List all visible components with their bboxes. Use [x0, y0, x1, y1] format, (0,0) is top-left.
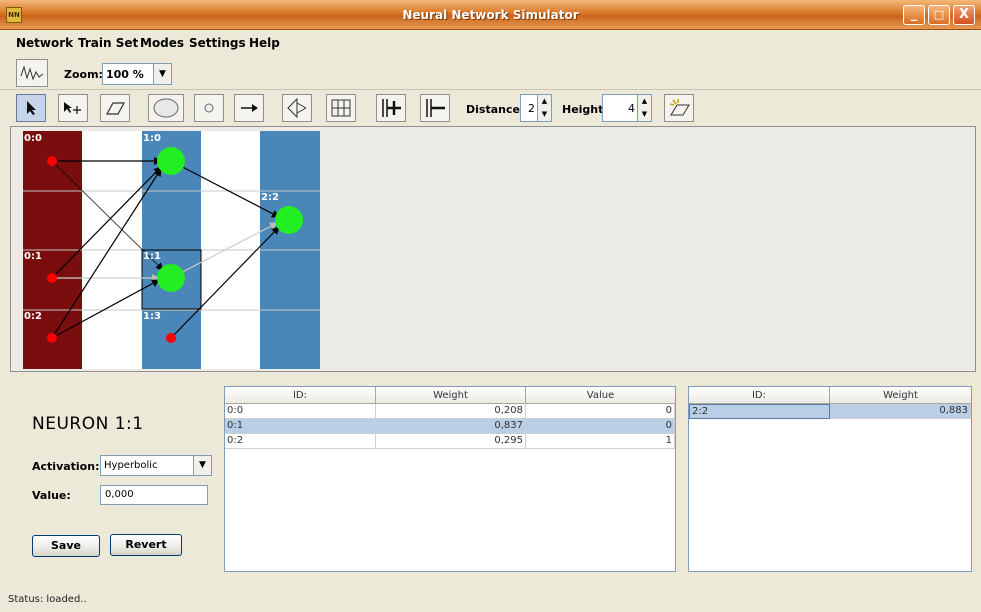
- clear-icon: [669, 99, 690, 116]
- network-canvas[interactable]: 0:0 0:1 0:2 1:0 1:1 1:3 2:2: [10, 126, 976, 372]
- menu-network[interactable]: Network: [16, 36, 73, 50]
- eraser-icon: [105, 102, 126, 115]
- inputs-table[interactable]: ID: Weight Value 0:0 0,208 0 0:1 0,837 0…: [224, 386, 676, 572]
- cell-value: 1: [526, 434, 675, 449]
- cell-value: 0: [526, 419, 675, 434]
- zoom-label: Zoom:: [64, 68, 103, 81]
- eraser-tool-button[interactable]: [100, 94, 130, 122]
- column-header-value[interactable]: Value: [526, 387, 675, 404]
- menu-help[interactable]: Help: [249, 36, 280, 50]
- tool-toolbar: Distance: 2 ▲ ▼ Height: 4 ▲ ▼: [0, 92, 981, 126]
- large-neuron-tool-button[interactable]: [148, 94, 184, 122]
- column-header-weight[interactable]: Weight: [830, 387, 971, 404]
- table-row-selected[interactable]: 0:1 0,837 0: [225, 419, 675, 434]
- network-diagram: 0:0 0:1 0:2 1:0 1:1 1:3 2:2: [23, 131, 320, 369]
- cell-id: 0:2: [225, 434, 376, 449]
- neuron-label: 1:3: [143, 311, 161, 322]
- table-row[interactable]: 0:0 0,208 0: [225, 404, 675, 419]
- column-header-weight[interactable]: Weight: [376, 387, 526, 404]
- grid-icon: [331, 99, 351, 117]
- grid-tool-button[interactable]: [326, 94, 356, 122]
- status-bar: Status: loaded..: [8, 594, 87, 605]
- menu-modes[interactable]: Modes: [140, 36, 184, 50]
- input-neuron: [47, 273, 57, 283]
- cell-weight: 0,208: [376, 404, 526, 419]
- menu-train-set[interactable]: Train Set: [78, 36, 138, 50]
- table-row[interactable]: 0:2 0,295 1: [225, 434, 675, 449]
- neuron-label: 0:0: [24, 133, 42, 144]
- move-tool-button[interactable]: [58, 94, 88, 122]
- activation-label: Activation:: [32, 460, 100, 473]
- height-value: 4: [628, 102, 635, 115]
- hidden-neuron: [157, 264, 185, 292]
- top-toolbar: Zoom: 100 % ▼: [0, 56, 981, 90]
- cell-weight: 0,837: [376, 419, 526, 434]
- title-bar: NN Neural Network Simulator _ □ X: [0, 0, 981, 30]
- graph-icon: [20, 65, 44, 81]
- pointer-tool-button[interactable]: [16, 94, 46, 122]
- layout-tool-button[interactable]: [282, 94, 312, 122]
- graph-button[interactable]: [16, 59, 48, 87]
- save-button[interactable]: Save: [32, 535, 100, 557]
- zoom-select[interactable]: 100 % ▼: [102, 63, 172, 85]
- distance-label: Distance:: [466, 103, 525, 116]
- distance-spinner[interactable]: 2 ▲ ▼: [520, 94, 552, 122]
- input-neuron: [47, 156, 57, 166]
- window-title: Neural Network Simulator: [402, 8, 579, 22]
- maximize-button[interactable]: □: [928, 5, 950, 25]
- chevron-down-icon: ▼: [193, 456, 211, 475]
- bias-neuron: [166, 333, 176, 343]
- neuron-label: 0:2: [24, 311, 42, 322]
- cell-weight: 0,883: [830, 404, 971, 419]
- outputs-table[interactable]: ID: Weight 2:2 0,883: [688, 386, 972, 572]
- neuron-label: 0:1: [24, 251, 42, 262]
- value-input[interactable]: 0,000: [100, 485, 208, 505]
- table-row-selected[interactable]: 2:2 0,883: [689, 404, 971, 419]
- menu-settings[interactable]: Settings: [189, 36, 246, 50]
- chevron-down-icon: ▼: [153, 64, 171, 84]
- distance-value: 2: [528, 102, 535, 115]
- revert-button[interactable]: Revert: [110, 534, 182, 556]
- small-circle-icon: [204, 103, 214, 113]
- activation-value: Hyperbolic: [104, 460, 158, 471]
- neuron-label: 2:2: [261, 192, 279, 203]
- large-circle-icon: [153, 98, 179, 118]
- neuron-label: 1:0: [143, 133, 161, 144]
- close-button[interactable]: X: [953, 5, 975, 25]
- hidden-neuron: [157, 147, 185, 175]
- table-header: ID: Weight: [689, 387, 971, 404]
- table-header: ID: Weight Value: [225, 387, 675, 404]
- cell-value: 0: [526, 404, 675, 419]
- move-icon: [64, 102, 81, 114]
- height-spinner[interactable]: 4 ▲ ▼: [602, 94, 652, 122]
- clear-button[interactable]: [664, 94, 694, 122]
- spinner-arrows-icon: ▲ ▼: [637, 95, 651, 121]
- arrow-icon: [241, 104, 258, 112]
- height-label: Height:: [562, 103, 608, 116]
- layout-icon: [287, 97, 307, 119]
- cell-id: 0:0: [225, 404, 376, 419]
- add-column-button[interactable]: [376, 94, 406, 122]
- connection-tool-button[interactable]: [234, 94, 264, 122]
- remove-column-button[interactable]: [420, 94, 450, 122]
- add-column-icon: [382, 99, 401, 117]
- menu-bar: Network Train Set Modes Settings Help: [0, 33, 981, 53]
- zoom-value: 100 %: [106, 68, 144, 81]
- cell-weight: 0,295: [376, 434, 526, 449]
- minimize-button[interactable]: _: [903, 5, 925, 25]
- pointer-icon: [27, 101, 36, 115]
- column-header-id[interactable]: ID:: [225, 387, 376, 404]
- column-header-id[interactable]: ID:: [689, 387, 830, 404]
- cell-id: 0:1: [225, 419, 376, 434]
- output-neuron: [275, 206, 303, 234]
- spinner-arrows-icon: ▲ ▼: [537, 95, 551, 121]
- neuron-title: NEURON 1:1: [32, 414, 144, 434]
- activation-select[interactable]: Hyperbolic ▼: [100, 455, 212, 476]
- remove-column-icon: [426, 99, 445, 117]
- small-neuron-tool-button[interactable]: [194, 94, 224, 122]
- input-neuron: [47, 333, 57, 343]
- value-label: Value:: [32, 489, 71, 502]
- cell-id: 2:2: [689, 404, 830, 419]
- neuron-label: 1:1: [143, 251, 161, 262]
